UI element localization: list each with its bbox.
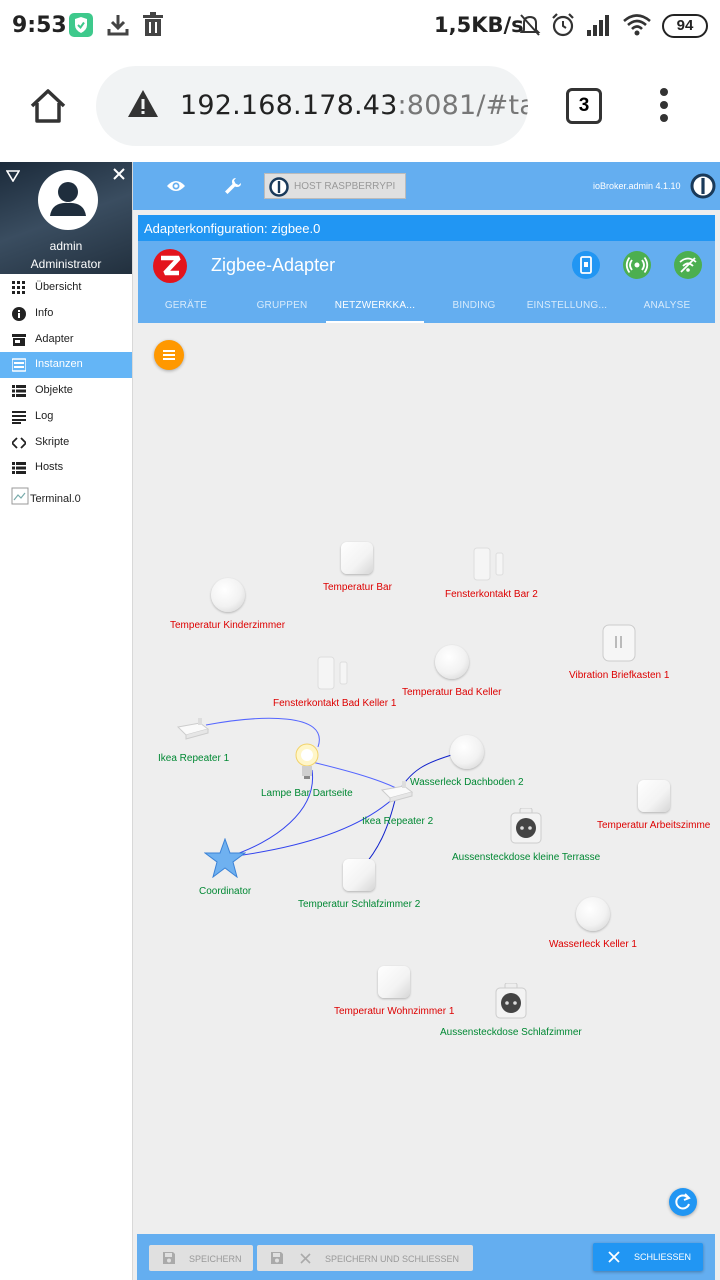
device-label: Fensterkontakt Bar 2 [445, 589, 538, 600]
device-label: Temperatur Arbeitszimme [597, 820, 711, 831]
device-ikea-repeater-1[interactable]: Ikea Repeater 1 [158, 717, 229, 764]
save-icon [271, 1252, 283, 1264]
water-leak-sensor-icon [449, 735, 484, 769]
device-label: Temperatur Schlafzimmer 2 [298, 899, 421, 910]
refresh-icon [675, 1193, 691, 1210]
device-label: Fensterkontakt Bad Keller 1 [273, 698, 397, 709]
save-label: SPEICHERN [189, 1254, 242, 1264]
save-and-close-button[interactable]: SPEICHERN UND SCHLIESSEN [257, 1245, 473, 1271]
repeater-icon [176, 718, 209, 740]
water-leak-sensor-icon [576, 897, 610, 931]
temperature-sensor-icon [637, 780, 670, 812]
repeater-icon [380, 781, 413, 803]
device-temperatur-arbeitszimmer[interactable]: Temperatur Arbeitszimme [597, 780, 710, 831]
save-and-close-label: SPEICHERN UND SCHLIESSEN [325, 1254, 460, 1264]
temperature-sensor-icon [378, 966, 411, 998]
device-temperatur-bar[interactable]: Temperatur Bar [323, 542, 392, 593]
device-label: Wasserleck Keller 1 [549, 939, 637, 950]
light-bulb-icon [295, 743, 319, 779]
smart-plug-icon [510, 808, 542, 844]
close-icon [300, 1253, 311, 1264]
door-sensor-icon [317, 656, 348, 690]
refresh-map-button[interactable] [669, 1188, 697, 1216]
vibration-sensor-icon [602, 624, 636, 662]
save-button[interactable]: SPEICHERN [149, 1245, 253, 1271]
device-temperatur-wohnzimmer-1[interactable]: Temperatur Wohnzimmer 1 [334, 966, 454, 1017]
device-label: Lampe Bar Dartseite [261, 788, 353, 799]
device-temperatur-kinderzimmer[interactable]: Temperatur Kinderzimmer [170, 578, 285, 631]
close-label: SCHLIESSEN [634, 1252, 692, 1262]
temperature-sensor-icon [434, 645, 469, 679]
device-ikea-repeater-2[interactable]: Ikea Repeater 2 [362, 780, 433, 827]
coordinator-star-icon [204, 838, 247, 878]
temperature-sensor-icon [210, 578, 245, 612]
device-temperatur-schlafzimmer-2[interactable]: Temperatur Schlafzimmer 2 [298, 859, 420, 910]
device-label: Vibration Briefkasten 1 [569, 670, 670, 681]
close-icon [608, 1251, 620, 1263]
device-label: Temperatur Bad Keller [402, 687, 502, 698]
device-label: Temperatur Kinderzimmer [170, 620, 286, 631]
temperature-sensor-icon [341, 542, 374, 574]
device-aussensteckdose-kleine-terrasse[interactable]: Aussensteckdose kleine Terrasse [452, 808, 600, 863]
device-label: Aussensteckdose kleine Terrasse [452, 852, 601, 863]
device-coordinator[interactable]: Coordinator [199, 838, 251, 897]
device-fensterkontakt-bar-2[interactable]: Fensterkontakt Bar 2 [445, 547, 538, 600]
device-label: Aussensteckdose Schlafzimmer [440, 1027, 582, 1038]
device-label: Ikea Repeater 2 [362, 816, 434, 827]
door-sensor-icon [473, 547, 504, 581]
device-vibration-briefkasten-1[interactable]: Vibration Briefkasten 1 [569, 624, 669, 681]
device-lampe-bar-dartseite[interactable]: Lampe Bar Dartseite [261, 742, 353, 799]
smart-plug-icon [495, 983, 527, 1019]
device-temperatur-bad-keller[interactable]: Temperatur Bad Keller [402, 645, 502, 698]
device-fensterkontakt-bad-keller-1[interactable]: Fensterkontakt Bad Keller 1 [273, 656, 396, 709]
device-label: Ikea Repeater 1 [158, 753, 230, 764]
device-label: Coordinator [199, 886, 252, 897]
device-label: Temperatur Wohnzimmer 1 [334, 1006, 455, 1017]
device-aussensteckdose-schlafzimmer[interactable]: Aussensteckdose Schlafzimmer [440, 983, 582, 1038]
save-icon [163, 1252, 175, 1264]
temperature-sensor-icon [343, 859, 376, 891]
device-label: Temperatur Bar [323, 582, 392, 593]
device-wasserleck-keller-1[interactable]: Wasserleck Keller 1 [549, 897, 637, 950]
close-button[interactable]: SCHLIESSEN [593, 1243, 703, 1271]
